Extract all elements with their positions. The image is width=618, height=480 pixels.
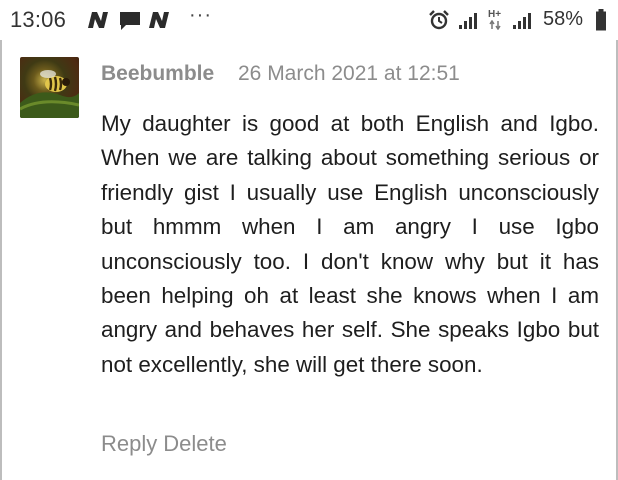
- message-icon: [120, 12, 140, 30]
- content-border-left: [0, 40, 2, 480]
- news-app-icon: [88, 12, 108, 28]
- delete-link[interactable]: Delete: [163, 431, 227, 456]
- signal-icon: [513, 13, 531, 29]
- battery-percent: 58%: [543, 8, 584, 30]
- battery-icon: [596, 9, 606, 31]
- signal-icon: [459, 13, 477, 29]
- status-bar: 13:06 ··· H+ 58%: [0, 0, 618, 40]
- avatar[interactable]: [20, 57, 79, 118]
- comment-author[interactable]: Beebumble: [101, 62, 214, 86]
- status-time: 13:06: [10, 7, 67, 32]
- news-app-icon: [149, 12, 169, 28]
- data-transfer-icon: [489, 20, 501, 30]
- comment-actions: Reply Delete: [101, 431, 227, 457]
- alarm-icon: [429, 10, 449, 30]
- reply-link[interactable]: Reply: [101, 431, 157, 456]
- network-type-label: H+: [488, 9, 502, 20]
- comment-body: My daughter is good at both English and …: [101, 111, 599, 377]
- comment-timestamp[interactable]: 26 March 2021 at 12:51: [238, 62, 460, 86]
- bee-avatar-image: [20, 70, 79, 118]
- more-notifications-icon: ···: [189, 4, 212, 26]
